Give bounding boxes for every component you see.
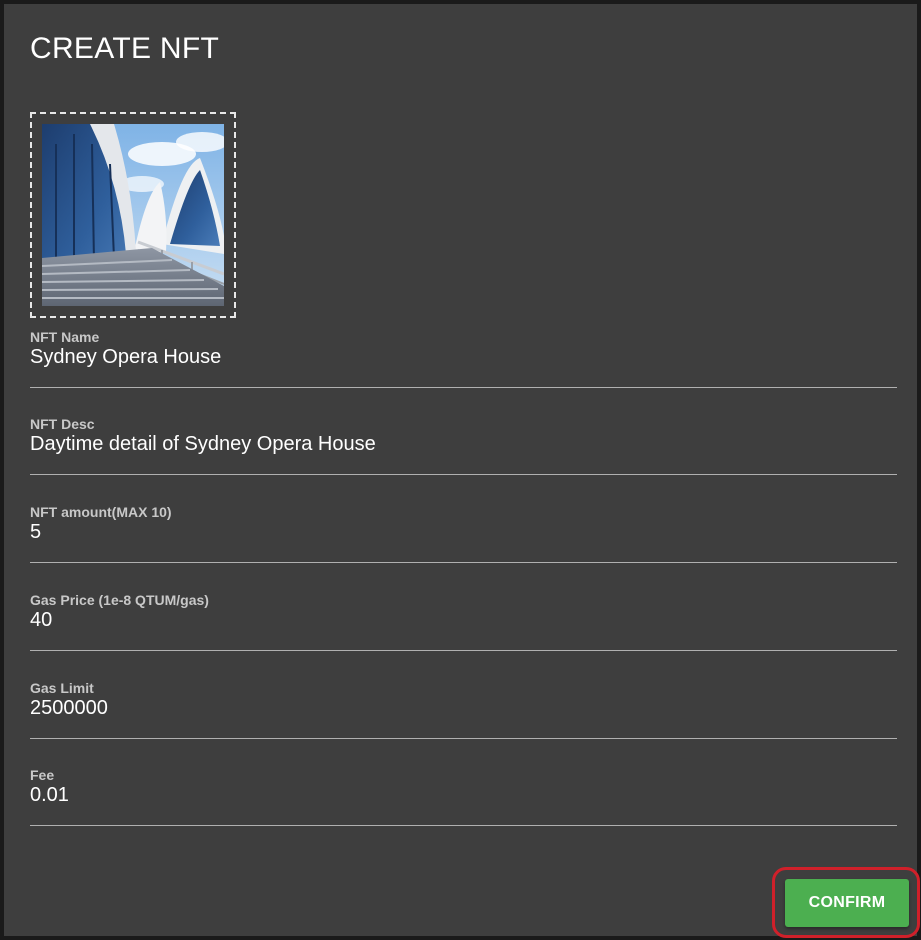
nft-image-upload[interactable] xyxy=(30,112,236,318)
nft-name-field: NFT Name xyxy=(30,329,897,388)
nft-image-preview xyxy=(42,124,224,306)
fee-field: Fee xyxy=(30,767,897,826)
gas-price-label: Gas Price (1e-8 QTUM/gas) xyxy=(30,592,209,608)
fee-label: Fee xyxy=(30,767,55,783)
fee-input[interactable] xyxy=(30,784,890,807)
nft-desc-label: NFT Desc xyxy=(30,416,95,432)
gas-limit-field: Gas Limit xyxy=(30,680,897,739)
dialog-title: CREATE NFT xyxy=(30,32,220,65)
nft-amount-field: NFT amount(MAX 10) xyxy=(30,504,897,563)
gas-price-input[interactable] xyxy=(30,609,890,632)
nft-amount-input[interactable] xyxy=(30,521,890,544)
nft-name-label: NFT Name xyxy=(30,329,100,345)
confirm-button[interactable]: CONFIRM xyxy=(785,879,909,927)
nft-name-input[interactable] xyxy=(30,346,890,369)
gas-limit-label: Gas Limit xyxy=(30,680,94,696)
gas-limit-input[interactable] xyxy=(30,697,890,720)
create-nft-dialog: CREATE NFT NFT Name Sydney Opera House N… xyxy=(0,0,921,940)
gas-price-field: Gas Price (1e-8 QTUM/gas) xyxy=(30,592,897,651)
nft-amount-label: NFT amount(MAX 10) xyxy=(30,504,172,520)
nft-desc-field: NFT Desc xyxy=(30,416,897,475)
nft-desc-input[interactable] xyxy=(30,433,890,456)
